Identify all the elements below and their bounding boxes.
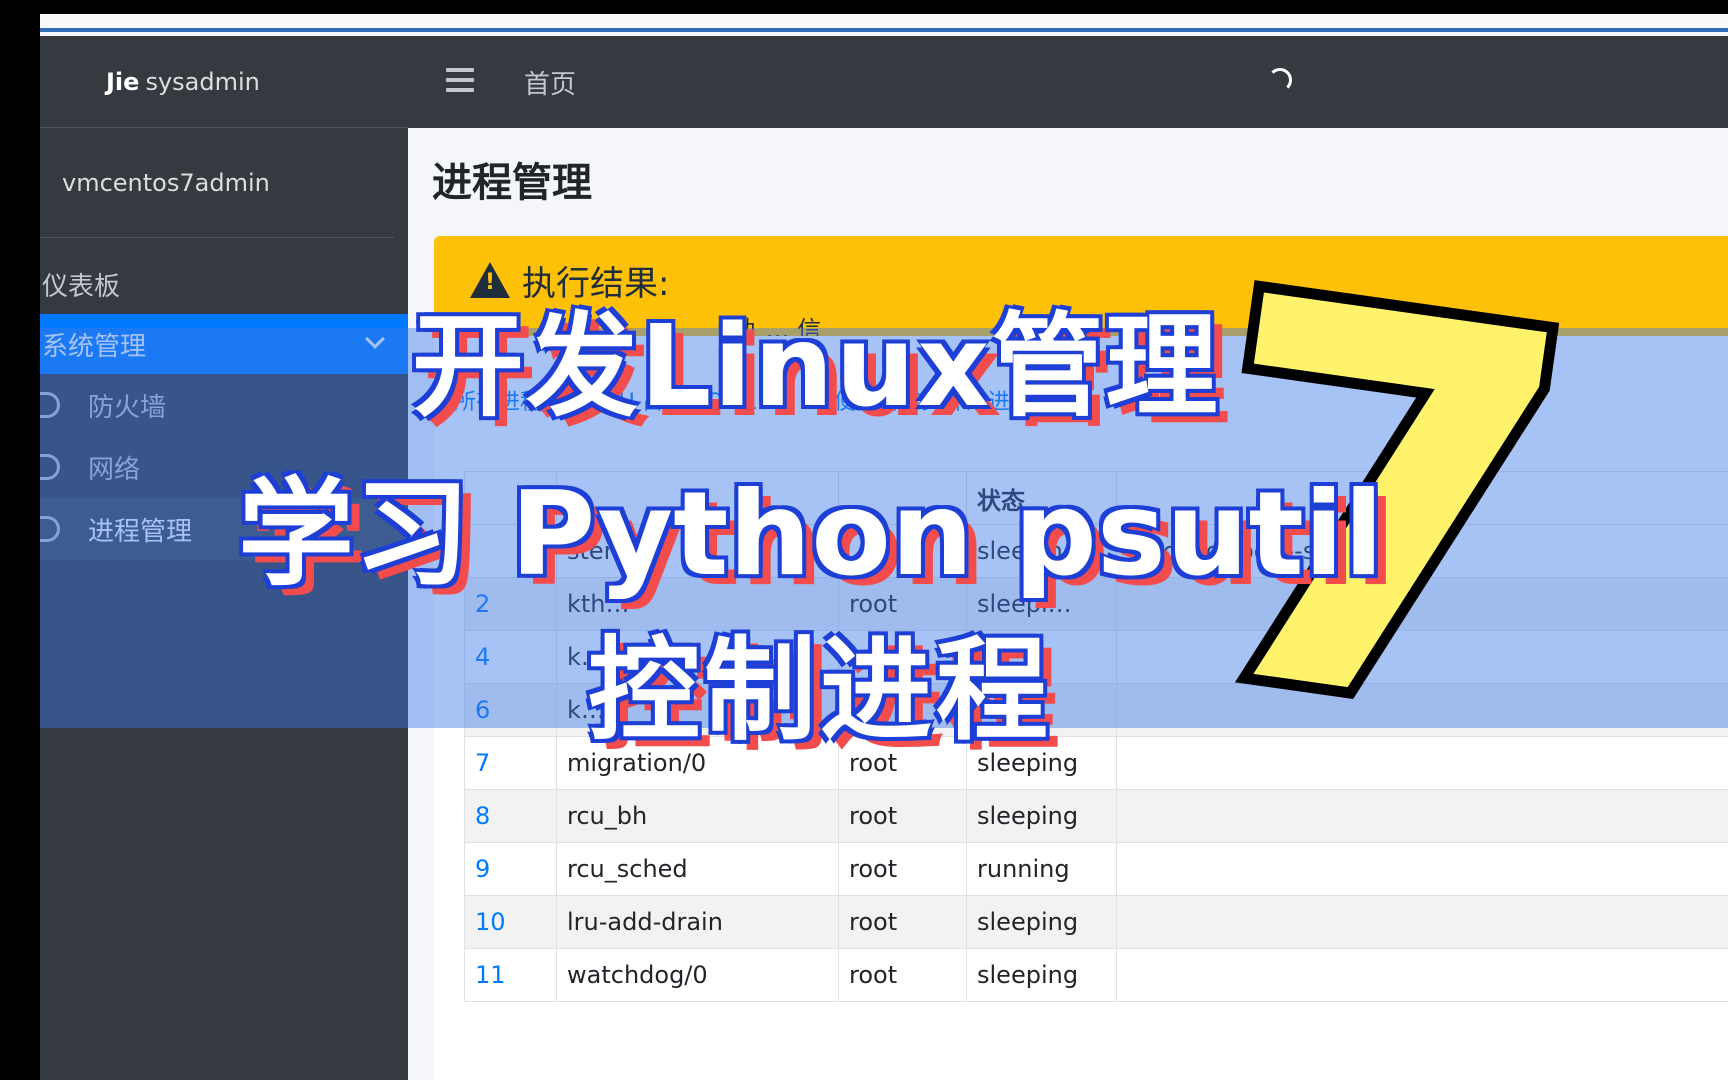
overlay-title-line-3: 控制进程 [588, 626, 1052, 756]
brand-logo[interactable]: Jie sysadmin [40, 36, 408, 128]
top-navbar: 首页 [408, 36, 1728, 128]
table-row[interactable]: 8 rcu_bh root sleeping [464, 789, 1728, 843]
pid-cell[interactable]: 10 [464, 895, 557, 949]
user-name: vmcentos7admin [62, 168, 270, 197]
cmd-cell [1116, 842, 1728, 896]
sidebar-item-label: 仪表板 [42, 271, 121, 302]
table-row[interactable]: 10 lru-add-drain root sleeping [464, 895, 1728, 949]
user-cell: root [838, 895, 967, 949]
user-panel[interactable]: vmcentos7admin [40, 128, 394, 238]
pid-cell[interactable]: 8 [464, 789, 557, 843]
cmd-cell [1116, 895, 1728, 949]
status-cell: sleeping [966, 789, 1117, 843]
status-cell: running [966, 842, 1117, 896]
sidebar-item-dashboard[interactable]: 仪表板 [40, 254, 408, 314]
name-cell: rcu_bh [556, 789, 839, 843]
name-cell: watchdog/0 [556, 948, 839, 1002]
name-cell: lru-add-drain [556, 895, 839, 949]
name-cell: rcu_sched [556, 842, 839, 896]
brand-name: sysadmin [145, 67, 260, 96]
window-top-line [40, 14, 1728, 32]
user-cell: root [838, 789, 967, 843]
pid-cell[interactable]: 9 [464, 842, 557, 896]
page-title: 进程管理 [432, 160, 592, 206]
pid-cell[interactable]: 11 [464, 948, 557, 1002]
table-row[interactable]: 9 rcu_sched root running [464, 842, 1728, 896]
home-link[interactable]: 首页 [524, 64, 576, 101]
pid-cell[interactable]: 7 [464, 736, 557, 790]
user-cell: root [838, 842, 967, 896]
cmd-cell [1116, 948, 1728, 1002]
table-row[interactable]: 11 watchdog/0 root sleeping [464, 948, 1728, 1002]
loading-spinner-icon [1268, 68, 1292, 92]
overlay-title-line-2: 学习 Python psutil [238, 467, 1384, 602]
status-cell: sleeping [966, 895, 1117, 949]
brand-bold: Jie [106, 67, 140, 96]
overlay-title-line-1: 开发Linux管理 [412, 302, 1220, 432]
status-cell: sleeping [966, 948, 1117, 1002]
user-cell: root [838, 948, 967, 1002]
hamburger-menu-icon[interactable] [446, 68, 474, 92]
